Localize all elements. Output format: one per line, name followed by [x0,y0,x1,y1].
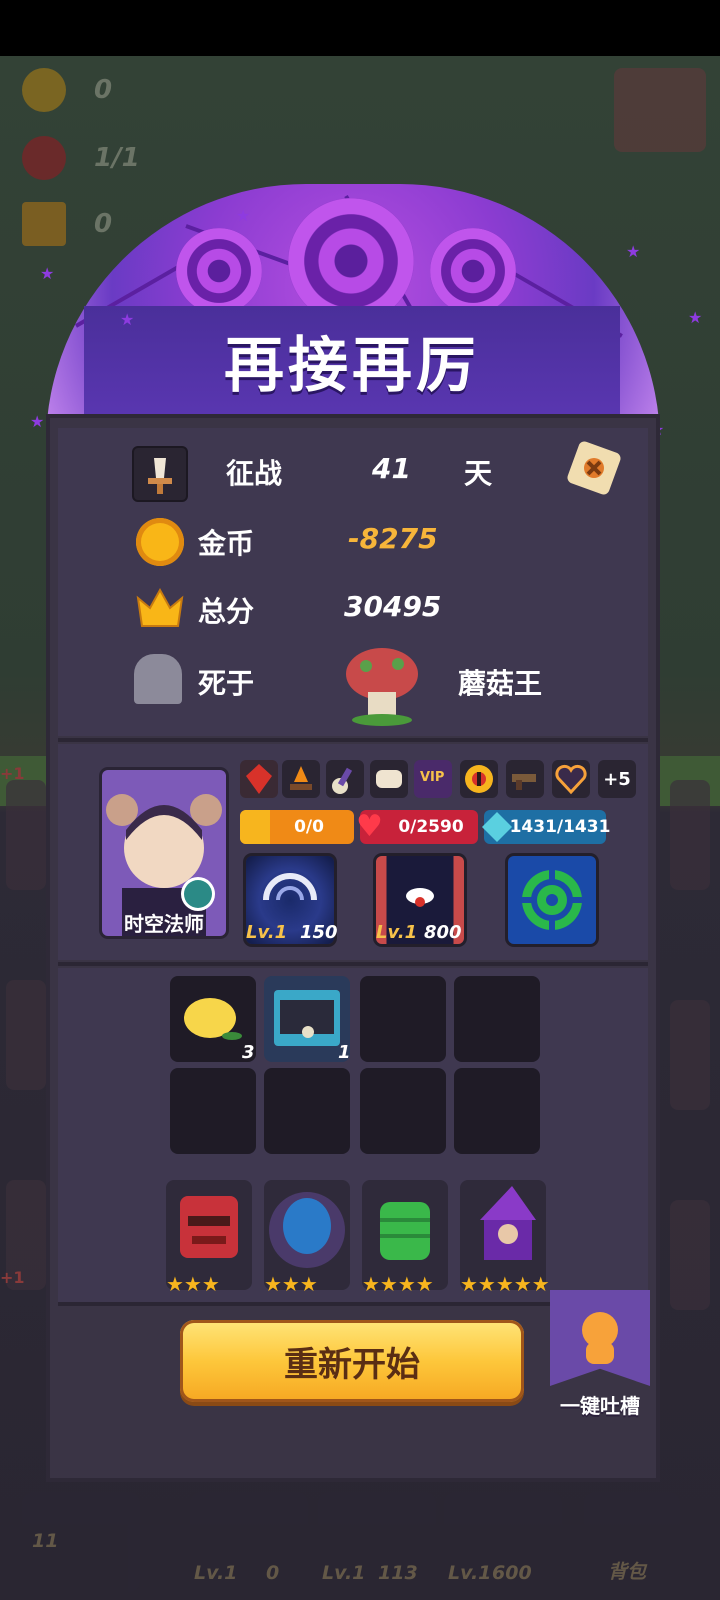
days-row: 征战 [226,452,282,492]
clock-icon [184,880,212,908]
skill-level: Lv.1 [246,922,288,943]
inventory-slot-empty[interactable] [264,1068,350,1154]
bg-side-card [6,980,46,1090]
demon-icon [22,136,66,180]
score-value: 30495 [344,590,442,623]
shield-bar: 0/0 [240,810,354,844]
green-cactus-icon [380,1202,430,1260]
blue-egg-icon [269,1192,345,1268]
skill-level: Lv.1 [376,922,418,943]
days-value: 41 [372,452,411,485]
wizard-icon [480,1186,536,1260]
unit-stars: ★★★★★ [460,1272,550,1296]
coin-icon [22,68,66,112]
divider [58,962,648,966]
restart-button[interactable]: 重新开始 [180,1320,524,1402]
bg-bottom-card-hero: 11 [22,1492,140,1592]
sparkle-icon: ★ [626,242,641,261]
sparkle-icon: ★ [40,264,55,283]
crown-icon [136,586,184,630]
more-buffs-badge[interactable]: +5 [598,760,636,798]
death-label: 死于 [198,667,255,700]
gold-label: 金币 [198,527,255,560]
bg-counter-demons: 1/1 [22,136,140,180]
item-count: 3 [242,1042,255,1063]
diamond-icon [482,812,512,842]
bg-counter-crowns: 0 [22,202,112,246]
bomb-wand-icon[interactable] [326,760,364,798]
scroll-icon[interactable] [558,432,630,504]
divider [58,738,648,742]
tombstone-icon [134,654,182,704]
feedback-label: 一键吐槽 [560,1394,640,1418]
unit-stars: ★★★ [264,1272,318,1296]
bg-side-card [6,780,46,890]
inventory-slot-empty[interactable] [170,1068,256,1154]
vip-card-icon[interactable]: VIP [414,760,452,798]
bg-bottom-card: Lv.1 0 [190,1492,308,1592]
plus-badge: +1 [0,1268,25,1287]
pillow-icon[interactable] [370,760,408,798]
death-by: 蘑菇王 [458,667,543,700]
eye-icon[interactable] [460,760,498,798]
target-icon [430,228,516,314]
sparkle-icon: ★ [120,310,135,329]
bag-button[interactable]: 背包 [584,1492,680,1592]
crosshair-skill-icon[interactable] [508,856,596,944]
shield-icon [240,810,270,844]
days-unit: 天 [464,457,493,490]
bg-side-card [670,780,710,890]
treasure-chest-icon[interactable] [614,68,706,152]
bg-counter-coins: 0 [22,68,112,112]
crown-icon [22,202,66,246]
bg-side-card [670,1000,710,1110]
days-label: 征战 [226,457,283,490]
gold-value: -8275 [348,522,438,555]
inventory-slot-empty[interactable] [360,976,446,1062]
sparkle-icon: ★ [236,206,251,225]
campfire-icon[interactable] [282,760,320,798]
heart-outline-icon[interactable] [552,760,590,798]
item-count: 1 [338,1042,351,1063]
sparkle-icon: ★ [30,412,45,431]
inventory-slot-empty[interactable] [360,1068,446,1154]
gun-icon[interactable] [506,760,544,798]
red-golem-icon [180,1196,238,1258]
skill-value: 150 [300,922,338,943]
sword-icon [134,448,186,500]
target-icon [176,228,262,314]
bg-side-card [670,1200,710,1310]
unit-stars: ★★★★ [362,1272,434,1296]
inventory-slot-empty[interactable] [454,976,540,1062]
hp-bar: ♥ 0/2590 [356,810,478,844]
coin-icon [136,518,184,566]
bg-bottom-card: Lv.1 113 [318,1492,436,1592]
mushroom-king-icon [340,640,424,730]
hero-name: 时空法师 [124,912,204,936]
heart-icon: ♥ [356,809,383,844]
inventory-section [58,968,648,1302]
red-gem-icon[interactable] [240,760,278,798]
plus-badge: +1 [0,764,25,783]
mana-bar: 1431/1431 [482,810,610,844]
sparkle-icon: ★ [688,308,703,327]
unit-stars: ★★★ [166,1272,220,1296]
inventory-slot-empty[interactable] [454,1068,540,1154]
page-title: 再接再厉 [224,330,480,401]
status-bar [0,0,720,56]
score-label: 总分 [198,595,255,628]
skill-value: 800 [424,922,462,943]
bg-bottom-card: Lv.1 600 [444,1492,562,1592]
